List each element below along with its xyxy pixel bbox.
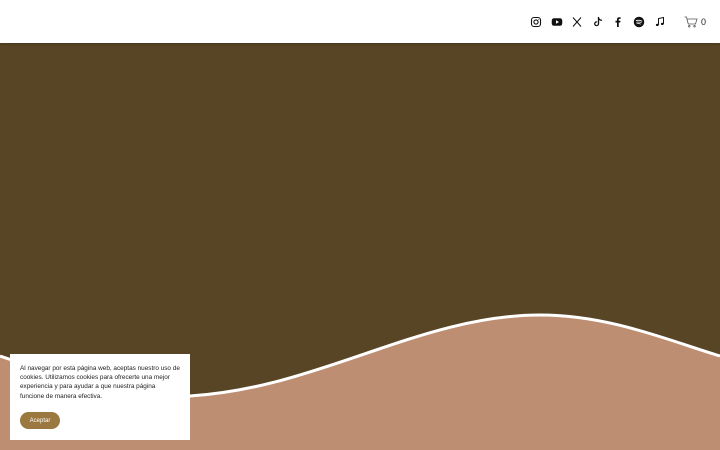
facebook-link[interactable] bbox=[609, 13, 627, 31]
accept-cookies-button[interactable]: Aceptar bbox=[20, 412, 60, 429]
cart-button[interactable]: 0 bbox=[684, 13, 706, 31]
cart-count: 0 bbox=[701, 17, 707, 27]
youtube-link[interactable] bbox=[548, 13, 566, 31]
x-twitter-icon bbox=[572, 17, 582, 27]
tiktok-link[interactable] bbox=[589, 13, 607, 31]
cart-icon bbox=[684, 16, 698, 28]
facebook-icon bbox=[615, 17, 621, 27]
cookie-banner: Al navegar por esta página web, aceptas … bbox=[10, 354, 190, 440]
site-header: 0 bbox=[0, 0, 720, 43]
x-twitter-link[interactable] bbox=[568, 13, 586, 31]
spotify-link[interactable] bbox=[630, 13, 648, 31]
cookie-banner-text: Al navegar por esta página web, aceptas … bbox=[20, 365, 180, 400]
instagram-icon bbox=[530, 16, 542, 28]
spotify-icon bbox=[633, 16, 645, 28]
social-links bbox=[527, 12, 671, 32]
youtube-icon bbox=[551, 18, 562, 26]
music-link[interactable] bbox=[651, 13, 669, 31]
instagram-link[interactable] bbox=[527, 13, 545, 31]
tiktok-icon bbox=[593, 16, 602, 27]
music-note-icon bbox=[655, 16, 664, 27]
